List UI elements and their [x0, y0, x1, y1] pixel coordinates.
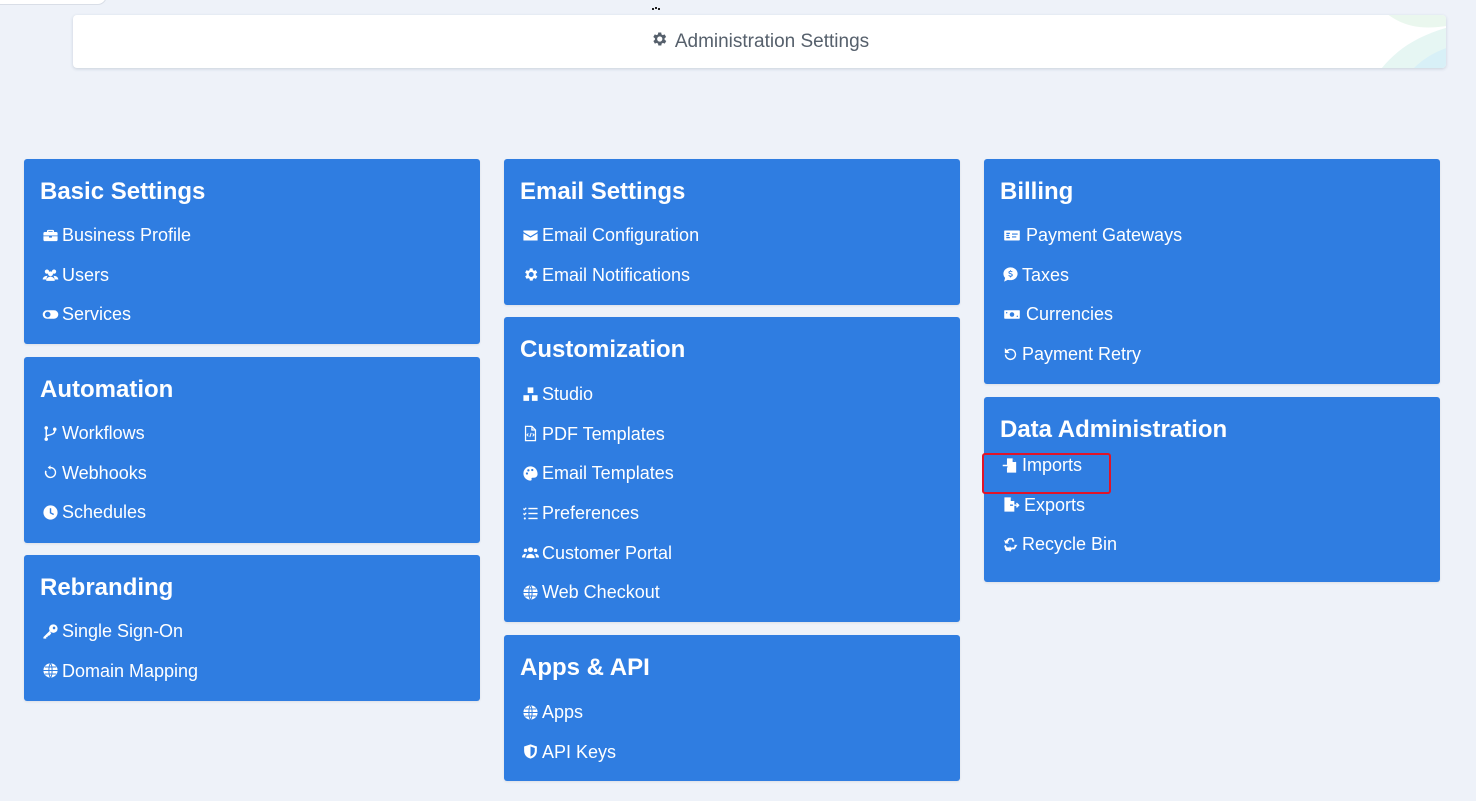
card-title: Automation: [40, 376, 174, 403]
cursor-icon: [652, 7, 660, 10]
globe-icon: [520, 700, 540, 724]
card-rebranding: Rebranding Single Sign-On Domain Mapping: [24, 555, 480, 701]
toggle-icon: [40, 302, 60, 326]
globe-icon: [520, 580, 540, 604]
shield-icon: [520, 740, 540, 764]
link-taxes[interactable]: Taxes: [1000, 263, 1182, 303]
globe-icon: [40, 659, 60, 683]
link-recycle-bin[interactable]: Recycle Bin: [1000, 532, 1117, 572]
card-basic-settings: Basic Settings Business Profile Users Se…: [24, 159, 480, 344]
link-web-checkout[interactable]: Web Checkout: [520, 580, 674, 620]
link-pdf-templates[interactable]: PDF Templates: [520, 422, 674, 462]
card-title: Basic Settings: [40, 178, 206, 205]
link-users[interactable]: Users: [40, 263, 191, 303]
link-payment-gateways[interactable]: Payment Gateways: [1000, 223, 1182, 263]
link-webhooks[interactable]: Webhooks: [40, 461, 147, 501]
header-decoration: [1381, 15, 1446, 68]
card-title: Email Settings: [520, 178, 686, 205]
link-schedules[interactable]: Schedules: [40, 500, 147, 540]
link-single-sign-on[interactable]: Single Sign-On: [40, 619, 198, 659]
link-domain-mapping[interactable]: Domain Mapping: [40, 659, 198, 699]
link-exports[interactable]: Exports: [1000, 493, 1117, 533]
briefcase-icon: [40, 223, 60, 247]
link-currencies[interactable]: Currencies: [1000, 302, 1182, 342]
clock-icon: [40, 500, 60, 524]
card-title: Rebranding: [40, 574, 174, 601]
card-email-settings: Email Settings Email Configuration Email…: [504, 159, 960, 305]
top-left-tab[interactable]: [0, 0, 107, 5]
file-code-icon: [520, 422, 540, 446]
link-preferences[interactable]: Preferences: [520, 501, 674, 541]
link-services[interactable]: Services: [40, 302, 191, 342]
code-branch-icon: [40, 421, 60, 445]
recycle-icon: [1000, 532, 1020, 556]
link-imports[interactable]: Imports: [1000, 453, 1117, 493]
link-email-templates[interactable]: Email Templates: [520, 461, 674, 501]
card-title: Apps & API: [520, 654, 650, 681]
card-automation: Automation Workflows Webhooks Schedules: [24, 357, 480, 543]
page-title: Administration Settings: [650, 30, 869, 54]
link-api-keys[interactable]: API Keys: [520, 740, 616, 780]
page-title-text: Administration Settings: [674, 30, 870, 52]
card-billing: Billing Payment Gateways Taxes Currencie…: [984, 159, 1440, 384]
refresh-icon: [40, 461, 60, 485]
money-bill-icon: [1000, 302, 1024, 326]
file-export-icon: [1000, 493, 1022, 517]
link-email-notifications[interactable]: Email Notifications: [520, 263, 699, 303]
list-check-icon: [520, 501, 540, 525]
card-apps-api: Apps & API Apps API Keys: [504, 635, 960, 781]
file-import-icon: [1000, 453, 1020, 477]
palette-icon: [520, 461, 540, 485]
gear-icon: [650, 30, 668, 54]
link-payment-retry[interactable]: Payment Retry: [1000, 342, 1182, 382]
page-header: Administration Settings: [73, 15, 1446, 68]
card-title: Billing: [1000, 178, 1074, 205]
users-icon: [40, 263, 60, 287]
link-workflows[interactable]: Workflows: [40, 421, 147, 461]
link-apps[interactable]: Apps: [520, 700, 616, 740]
money-check-icon: [1000, 223, 1024, 247]
card-customization: Customization Studio PDF Templates Email…: [504, 317, 960, 622]
card-title: Data Administration: [1000, 416, 1228, 443]
link-email-configuration[interactable]: Email Configuration: [520, 223, 699, 263]
gear-icon: [520, 263, 540, 287]
link-business-profile[interactable]: Business Profile: [40, 223, 191, 263]
users-icon: [520, 541, 540, 565]
card-data-administration: Data Administration Imports Exports Recy…: [984, 397, 1440, 582]
dollar-comment-icon: [1000, 263, 1020, 287]
cubes-icon: [520, 382, 540, 406]
envelope-icon: [520, 223, 540, 247]
rotate-left-icon: [1000, 342, 1020, 366]
key-icon: [40, 619, 60, 643]
link-customer-portal[interactable]: Customer Portal: [520, 541, 674, 581]
card-title: Customization: [520, 336, 686, 363]
link-studio[interactable]: Studio: [520, 382, 674, 422]
